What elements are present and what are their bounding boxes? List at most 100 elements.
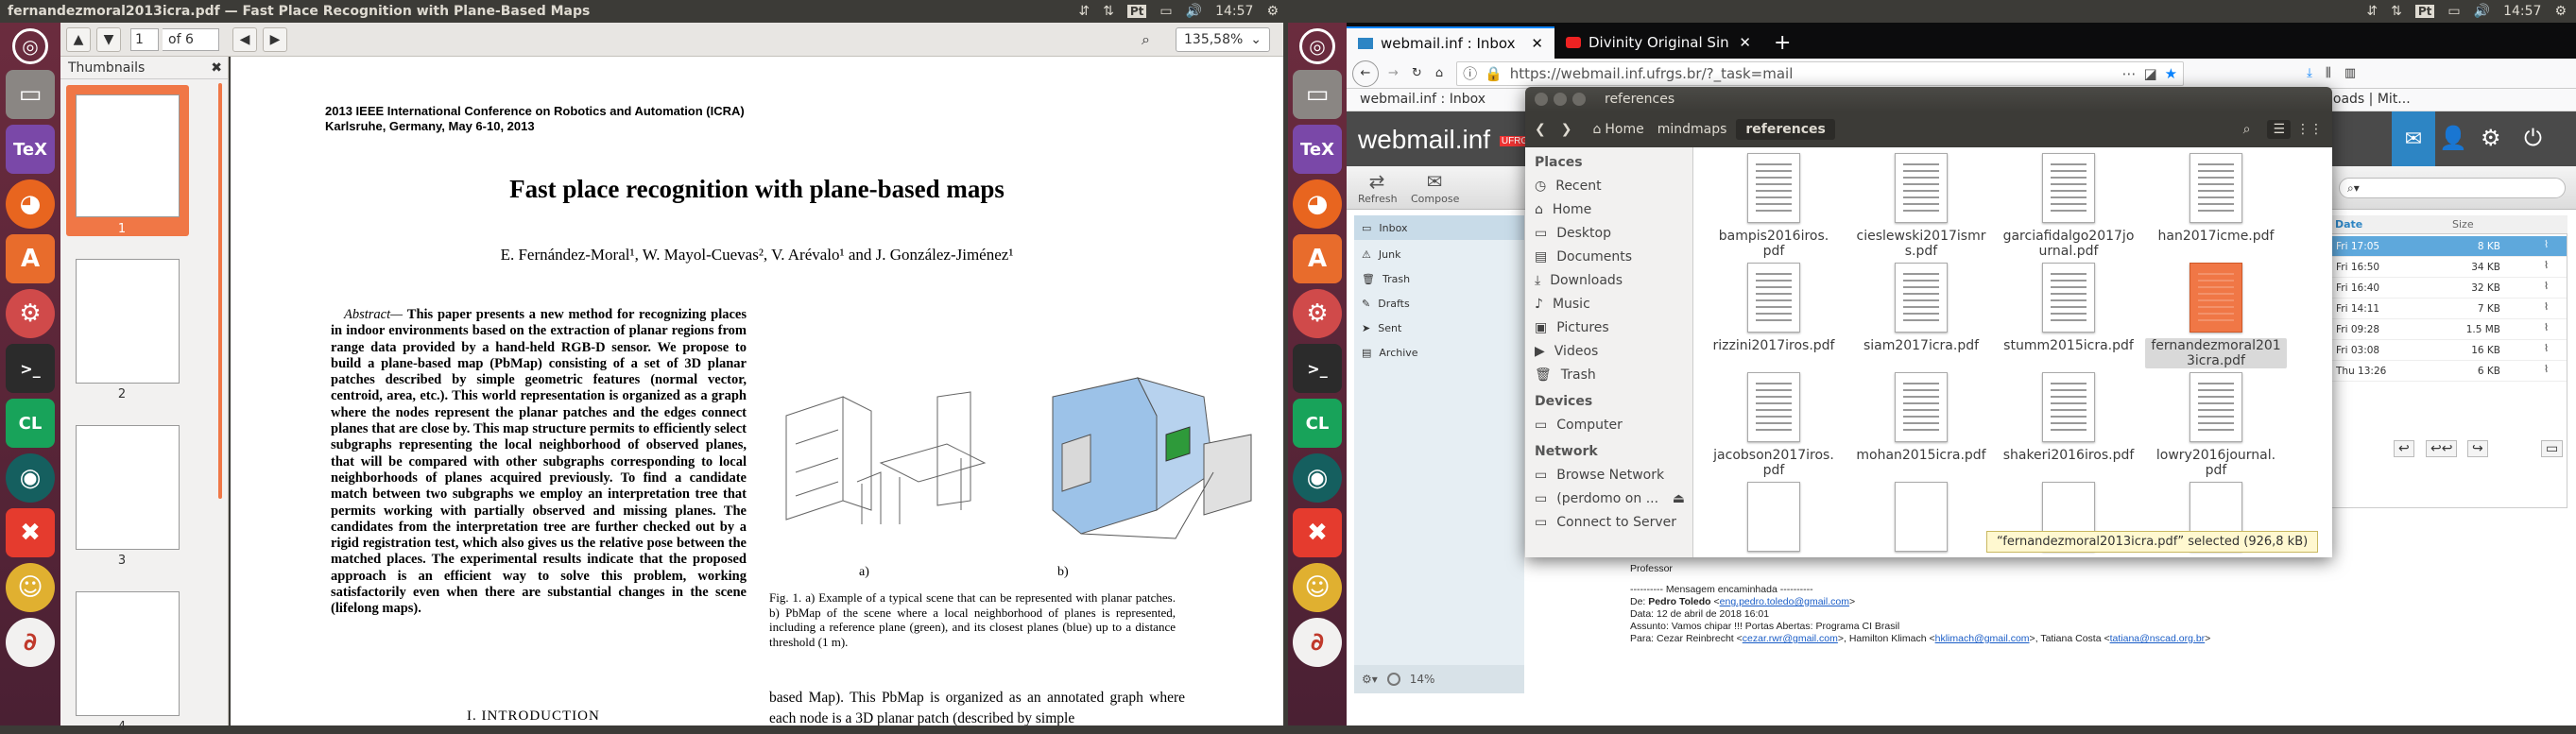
- date-column-header[interactable]: Date: [2335, 218, 2362, 230]
- sidebar-scrollbar[interactable]: [218, 83, 222, 499]
- pocket-icon[interactable]: ◪: [2143, 65, 2156, 82]
- place-item[interactable]: ⤓ Downloads: [1525, 268, 1692, 292]
- search-icon[interactable]: ⌕: [2243, 122, 2251, 137]
- path-references[interactable]: references: [1736, 119, 1835, 140]
- gitkraken-icon[interactable]: ◉: [1293, 453, 1342, 503]
- file-item[interactable]: shakeri2016iros.pdf: [1998, 372, 2139, 463]
- clock[interactable]: 14:57: [1215, 4, 1253, 19]
- mail-icon-active[interactable]: ✉: [2392, 111, 2435, 166]
- table-row[interactable]: Fri 16:40 32 KB ⌇: [2330, 278, 2567, 299]
- thumbnail-page-1[interactable]: [76, 94, 180, 217]
- ubuntu-logo-icon[interactable]: ◎: [12, 28, 48, 64]
- zoom-select[interactable]: 135,58% ⌄: [1176, 26, 1270, 52]
- gitkraken-icon[interactable]: ◉: [6, 453, 55, 503]
- bookmark-webmail[interactable]: webmail.inf : Inbox: [1360, 92, 1485, 107]
- file-item[interactable]: bampis2016iros. pdf: [1703, 153, 1845, 259]
- open-window-icon[interactable]: ▭: [2541, 440, 2564, 457]
- refresh-button[interactable]: ⇄ Refresh: [1358, 170, 1398, 205]
- xmind-icon[interactable]: ✖: [1293, 508, 1342, 557]
- compose-button[interactable]: ✉ Compose: [1411, 170, 1459, 205]
- history-back-button[interactable]: ◀: [232, 26, 257, 52]
- cheese-icon[interactable]: ☺: [1293, 563, 1342, 612]
- thumbnail-page-2[interactable]: [76, 259, 180, 384]
- table-row[interactable]: Fri 09:28 1.5 MB ⌇: [2330, 319, 2567, 340]
- back-icon[interactable]: ❮: [1535, 122, 1546, 137]
- folder-drafts[interactable]: ✎ Drafts: [1354, 291, 1524, 316]
- files-icon[interactable]: ▭: [6, 70, 55, 119]
- thumbnail-page-4[interactable]: [76, 591, 180, 716]
- sidebar-title[interactable]: Thumbnails: [68, 60, 145, 76]
- folder-trash[interactable]: 🗑 Trash: [1354, 266, 1524, 291]
- path-home[interactable]: ⌂ Home: [1592, 122, 1643, 137]
- folder-archive[interactable]: ▤ Archive: [1354, 340, 1524, 365]
- thumbnail-page-3[interactable]: [76, 425, 180, 550]
- file-item[interactable]: jacobson2017iros. pdf: [1703, 372, 1845, 478]
- settings-icon[interactable]: ⚙: [6, 289, 55, 338]
- webmail-logo[interactable]: webmail.inf UFRGS: [1358, 125, 1537, 155]
- table-row[interactable]: Fri 14:11 7 KB ⌇: [2330, 299, 2567, 319]
- settings-gear-icon[interactable]: ⚙: [2481, 125, 2501, 151]
- place-item[interactable]: ▤ Documents: [1525, 245, 1692, 268]
- back-icon[interactable]: ←: [1352, 60, 1379, 87]
- place-remote-share[interactable]: ▭ (perdomo on ... ⏏: [1525, 486, 1692, 510]
- place-browse-network[interactable]: ▭ Browse Network: [1525, 463, 1692, 486]
- close-icon[interactable]: ✕: [1531, 35, 1543, 52]
- terminal-icon[interactable]: >_: [1293, 344, 1342, 393]
- settings-gear-icon[interactable]: ⚙: [1266, 4, 1279, 19]
- table-row[interactable]: Fri 03:08 16 KB ⌇: [2330, 340, 2567, 361]
- battery-icon[interactable]: ▭: [2447, 4, 2460, 19]
- from-email-link[interactable]: eng.pedro.toledo@gmail.com: [1720, 596, 1849, 607]
- document-page[interactable]: 2013 IEEE International Conference on Ro…: [231, 57, 1283, 725]
- home-icon[interactable]: ⌂: [1435, 66, 1443, 80]
- file-item-partial[interactable]: [1703, 482, 1845, 557]
- email-link[interactable]: tatiana@nscad.org.br: [2110, 633, 2206, 644]
- table-row[interactable]: Thu 13:26 6 KB ⌇: [2330, 361, 2567, 382]
- close-icon[interactable]: ✖: [211, 60, 222, 76]
- place-item[interactable]: ◷ Recent: [1525, 174, 1692, 197]
- cheese-icon[interactable]: ☺: [6, 563, 55, 612]
- file-item[interactable]: cieslewski2017ismr s.pdf: [1850, 153, 1992, 259]
- volume-icon[interactable]: 🔊: [1186, 4, 1202, 19]
- file-item[interactable]: fernandezmoral201 3icra.pdf: [2145, 263, 2287, 368]
- evince-icon[interactable]: ∂: [6, 618, 55, 667]
- file-item[interactable]: stumm2015icra.pdf: [1998, 263, 2139, 353]
- bookmark-downloads[interactable]: loads | Mit...: [2329, 92, 2411, 107]
- page-number-input[interactable]: 1: [130, 27, 159, 51]
- clion-icon[interactable]: CL: [1293, 399, 1342, 448]
- close-icon[interactable]: ✕: [1739, 34, 1751, 51]
- place-item[interactable]: ▶ Videos: [1525, 339, 1692, 363]
- keyboard-layout-indicator[interactable]: Pt: [2414, 5, 2435, 18]
- table-row[interactable]: Fri 16:50 34 KB ⌇: [2330, 257, 2567, 278]
- file-item[interactable]: lowry2016journal. pdf: [2145, 372, 2287, 478]
- ubuntu-logo-icon[interactable]: ◎: [1299, 28, 1335, 64]
- table-row[interactable]: Fri 17:05 8 KB ⌇: [2330, 236, 2567, 257]
- forward-icon[interactable]: ❯: [1561, 122, 1572, 137]
- bookmark-star-icon[interactable]: ★: [2165, 65, 2177, 82]
- close-window-button[interactable]: [1535, 93, 1548, 106]
- path-mindmaps[interactable]: mindmaps: [1657, 122, 1727, 137]
- dropbox-icon[interactable]: ⇵: [1078, 4, 1090, 19]
- url-bar[interactable]: ⓘ 🔒 https://webmail.inf.ufrgs.br/?_task=…: [1456, 60, 2185, 86]
- folder-inbox[interactable]: ▭ Inbox: [1354, 215, 1524, 240]
- clion-icon[interactable]: CL: [6, 399, 55, 448]
- software-center-icon[interactable]: A: [6, 234, 55, 283]
- dropbox-icon[interactable]: ⇵: [2366, 4, 2378, 19]
- file-item[interactable]: mohan2015icra.pdf: [1850, 372, 1992, 463]
- forward-icon[interactable]: ↪: [2467, 440, 2488, 457]
- file-item[interactable]: han2017icme.pdf: [2145, 153, 2287, 244]
- settings-icon[interactable]: ⚙: [1293, 289, 1342, 338]
- volume-icon[interactable]: 🔊: [2474, 4, 2490, 19]
- network-icon[interactable]: ⇅: [1103, 4, 1114, 19]
- minimize-window-button[interactable]: [1554, 93, 1567, 106]
- history-forward-button[interactable]: ▶: [263, 26, 287, 52]
- list-view-icon[interactable]: ☰: [2267, 120, 2291, 139]
- battery-icon[interactable]: ▭: [1159, 4, 1172, 19]
- grid-view-icon[interactable]: ⋮⋮: [2296, 122, 2323, 137]
- reply-all-icon[interactable]: ↩↩: [2426, 440, 2458, 457]
- texmaker-icon[interactable]: TeX: [1293, 125, 1342, 174]
- url-text[interactable]: https://webmail.inf.ufrgs.br/?_task=mail: [1510, 65, 1794, 82]
- info-icon[interactable]: ⓘ: [1463, 63, 1477, 83]
- library-icon[interactable]: ⫼: [2326, 66, 2331, 80]
- place-computer[interactable]: ▭ Computer: [1525, 413, 1692, 436]
- folder-sent[interactable]: ➤ Sent: [1354, 316, 1524, 340]
